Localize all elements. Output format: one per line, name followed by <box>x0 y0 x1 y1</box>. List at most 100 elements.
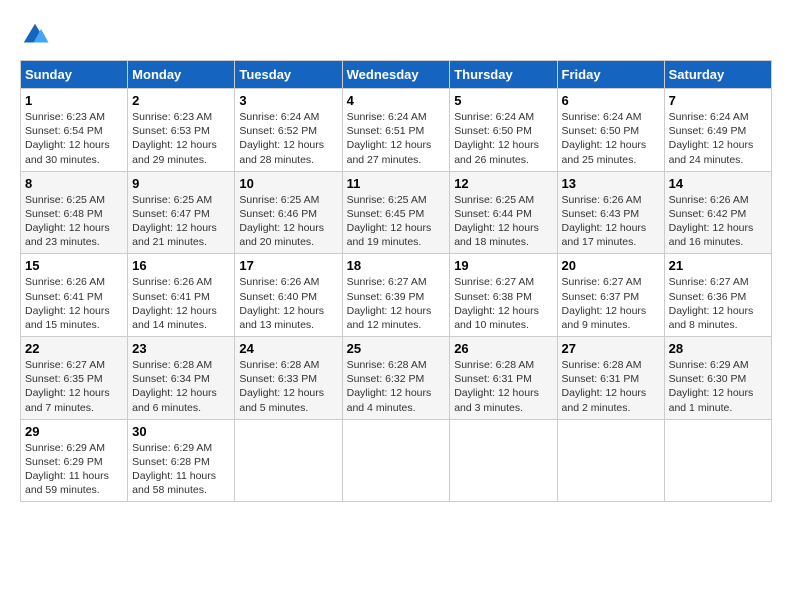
day-number: 11 <box>347 176 446 191</box>
day-info: Sunrise: 6:29 AM Sunset: 6:30 PM Dayligh… <box>669 358 767 415</box>
day-info: Sunrise: 6:27 AM Sunset: 6:37 PM Dayligh… <box>562 275 660 332</box>
calendar-cell: 20 Sunrise: 6:27 AM Sunset: 6:37 PM Dayli… <box>557 254 664 337</box>
calendar-cell: 10Sunrise: 6:25 AM Sunset: 6:46 PM Dayli… <box>235 171 342 254</box>
day-number: 14 <box>669 176 767 191</box>
calendar-cell: 23Sunrise: 6:28 AM Sunset: 6:34 PM Dayli… <box>128 337 235 420</box>
day-number: 2 <box>132 93 230 108</box>
day-info: Sunrise: 6:29 AM Sunset: 6:29 PM Dayligh… <box>25 441 123 498</box>
calendar-cell: 14 Sunrise: 6:26 AM Sunset: 6:42 PM Dayli… <box>664 171 771 254</box>
day-of-week-header: Saturday <box>664 61 771 89</box>
calendar-cell: 18Sunrise: 6:27 AM Sunset: 6:39 PM Dayli… <box>342 254 450 337</box>
day-info: Sunrise: 6:23 AM Sunset: 6:54 PM Dayligh… <box>25 110 123 167</box>
calendar-cell: 1 Sunrise: 6:23 AM Sunset: 6:54 PM Daylig… <box>21 89 128 172</box>
calendar-cell: 11Sunrise: 6:25 AM Sunset: 6:45 PM Dayli… <box>342 171 450 254</box>
day-info: Sunrise: 6:24 AM Sunset: 6:50 PM Dayligh… <box>562 110 660 167</box>
calendar-cell: 12 Sunrise: 6:25 AM Sunset: 6:44 PM Dayli… <box>450 171 557 254</box>
calendar-cell: 19 Sunrise: 6:27 AM Sunset: 6:38 PM Dayli… <box>450 254 557 337</box>
logo <box>20 20 54 50</box>
day-info: Sunrise: 6:25 AM Sunset: 6:44 PM Dayligh… <box>454 193 552 250</box>
day-info: Sunrise: 6:24 AM Sunset: 6:51 PM Dayligh… <box>347 110 446 167</box>
day-info: Sunrise: 6:27 AM Sunset: 6:36 PM Dayligh… <box>669 275 767 332</box>
calendar-cell: 15Sunrise: 6:26 AM Sunset: 6:41 PM Dayli… <box>21 254 128 337</box>
day-number: 28 <box>669 341 767 356</box>
day-number: 12 <box>454 176 552 191</box>
calendar-week-row: 15Sunrise: 6:26 AM Sunset: 6:41 PM Dayli… <box>21 254 772 337</box>
day-info: Sunrise: 6:28 AM Sunset: 6:33 PM Dayligh… <box>239 358 337 415</box>
day-info: Sunrise: 6:27 AM Sunset: 6:35 PM Dayligh… <box>25 358 123 415</box>
calendar-cell: 6 Sunrise: 6:24 AM Sunset: 6:50 PM Daylig… <box>557 89 664 172</box>
calendar-cell: 28 Sunrise: 6:29 AM Sunset: 6:30 PM Dayli… <box>664 337 771 420</box>
calendar-cell: 8 Sunrise: 6:25 AM Sunset: 6:48 PM Daylig… <box>21 171 128 254</box>
header <box>20 20 772 50</box>
calendar-cell <box>342 419 450 502</box>
day-number: 25 <box>347 341 446 356</box>
day-number: 19 <box>454 258 552 273</box>
calendar-week-row: 8 Sunrise: 6:25 AM Sunset: 6:48 PM Daylig… <box>21 171 772 254</box>
day-of-week-header: Wednesday <box>342 61 450 89</box>
day-info: Sunrise: 6:23 AM Sunset: 6:53 PM Dayligh… <box>132 110 230 167</box>
calendar-cell: 17Sunrise: 6:26 AM Sunset: 6:40 PM Dayli… <box>235 254 342 337</box>
calendar-cell: 27 Sunrise: 6:28 AM Sunset: 6:31 PM Dayli… <box>557 337 664 420</box>
calendar-cell: 16 Sunrise: 6:26 AM Sunset: 6:41 PM Dayli… <box>128 254 235 337</box>
calendar-cell: 13 Sunrise: 6:26 AM Sunset: 6:43 PM Dayli… <box>557 171 664 254</box>
day-info: Sunrise: 6:27 AM Sunset: 6:38 PM Dayligh… <box>454 275 552 332</box>
calendar-cell <box>235 419 342 502</box>
day-number: 27 <box>562 341 660 356</box>
calendar-week-row: 29 Sunrise: 6:29 AM Sunset: 6:29 PM Dayli… <box>21 419 772 502</box>
day-number: 13 <box>562 176 660 191</box>
day-number: 21 <box>669 258 767 273</box>
day-number: 20 <box>562 258 660 273</box>
calendar-cell: 4 Sunrise: 6:24 AM Sunset: 6:51 PM Daylig… <box>342 89 450 172</box>
day-of-week-header: Thursday <box>450 61 557 89</box>
calendar-cell <box>450 419 557 502</box>
day-of-week-header: Sunday <box>21 61 128 89</box>
calendar-cell: 24Sunrise: 6:28 AM Sunset: 6:33 PM Dayli… <box>235 337 342 420</box>
day-info: Sunrise: 6:26 AM Sunset: 6:41 PM Dayligh… <box>132 275 230 332</box>
calendar-week-row: 1 Sunrise: 6:23 AM Sunset: 6:54 PM Daylig… <box>21 89 772 172</box>
day-number: 5 <box>454 93 552 108</box>
calendar-cell: 3 Sunrise: 6:24 AM Sunset: 6:52 PM Daylig… <box>235 89 342 172</box>
day-number: 7 <box>669 93 767 108</box>
day-number: 9 <box>132 176 230 191</box>
calendar-header-row: SundayMondayTuesdayWednesdayThursdayFrid… <box>21 61 772 89</box>
day-number: 8 <box>25 176 123 191</box>
day-info: Sunrise: 6:25 AM Sunset: 6:47 PM Dayligh… <box>132 193 230 250</box>
day-number: 6 <box>562 93 660 108</box>
day-number: 30 <box>132 424 230 439</box>
day-info: Sunrise: 6:24 AM Sunset: 6:50 PM Dayligh… <box>454 110 552 167</box>
day-number: 29 <box>25 424 123 439</box>
day-info: Sunrise: 6:28 AM Sunset: 6:34 PM Dayligh… <box>132 358 230 415</box>
day-number: 16 <box>132 258 230 273</box>
calendar-cell: 21 Sunrise: 6:27 AM Sunset: 6:36 PM Dayli… <box>664 254 771 337</box>
calendar-cell: 2 Sunrise: 6:23 AM Sunset: 6:53 PM Daylig… <box>128 89 235 172</box>
day-info: Sunrise: 6:26 AM Sunset: 6:43 PM Dayligh… <box>562 193 660 250</box>
day-info: Sunrise: 6:27 AM Sunset: 6:39 PM Dayligh… <box>347 275 446 332</box>
day-info: Sunrise: 6:28 AM Sunset: 6:31 PM Dayligh… <box>454 358 552 415</box>
day-number: 3 <box>239 93 337 108</box>
calendar-cell: 5 Sunrise: 6:24 AM Sunset: 6:50 PM Daylig… <box>450 89 557 172</box>
day-number: 22 <box>25 341 123 356</box>
day-info: Sunrise: 6:28 AM Sunset: 6:31 PM Dayligh… <box>562 358 660 415</box>
day-number: 26 <box>454 341 552 356</box>
calendar-cell <box>557 419 664 502</box>
calendar-cell: 9 Sunrise: 6:25 AM Sunset: 6:47 PM Daylig… <box>128 171 235 254</box>
calendar-cell: 7 Sunrise: 6:24 AM Sunset: 6:49 PM Daylig… <box>664 89 771 172</box>
calendar-cell: 25 Sunrise: 6:28 AM Sunset: 6:32 PM Dayli… <box>342 337 450 420</box>
day-info: Sunrise: 6:24 AM Sunset: 6:49 PM Dayligh… <box>669 110 767 167</box>
day-number: 1 <box>25 93 123 108</box>
calendar-cell: 22 Sunrise: 6:27 AM Sunset: 6:35 PM Dayli… <box>21 337 128 420</box>
day-info: Sunrise: 6:26 AM Sunset: 6:42 PM Dayligh… <box>669 193 767 250</box>
day-of-week-header: Friday <box>557 61 664 89</box>
day-number: 4 <box>347 93 446 108</box>
day-info: Sunrise: 6:26 AM Sunset: 6:41 PM Dayligh… <box>25 275 123 332</box>
day-info: Sunrise: 6:28 AM Sunset: 6:32 PM Dayligh… <box>347 358 446 415</box>
day-info: Sunrise: 6:24 AM Sunset: 6:52 PM Dayligh… <box>239 110 337 167</box>
calendar-cell: 29 Sunrise: 6:29 AM Sunset: 6:29 PM Dayli… <box>21 419 128 502</box>
day-number: 10 <box>239 176 337 191</box>
calendar-cell: 26 Sunrise: 6:28 AM Sunset: 6:31 PM Dayli… <box>450 337 557 420</box>
calendar: SundayMondayTuesdayWednesdayThursdayFrid… <box>20 60 772 502</box>
logo-icon <box>20 20 50 50</box>
calendar-cell <box>664 419 771 502</box>
day-info: Sunrise: 6:25 AM Sunset: 6:48 PM Dayligh… <box>25 193 123 250</box>
day-number: 17 <box>239 258 337 273</box>
